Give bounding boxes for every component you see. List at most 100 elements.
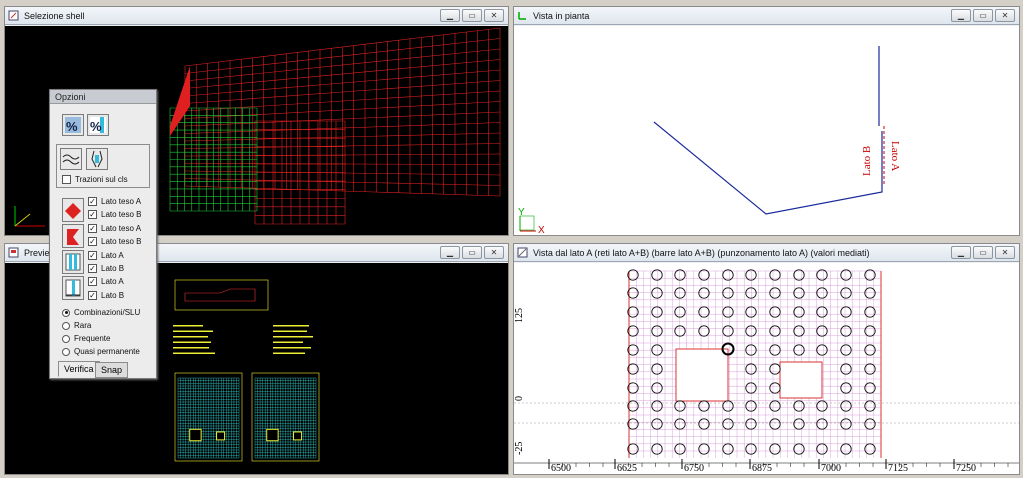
side-checkbox[interactable]: ✓ Lato B bbox=[88, 290, 125, 300]
minimize-button[interactable]: ▁ bbox=[440, 9, 460, 22]
preview-icon bbox=[8, 247, 19, 258]
stress-red-icon-2[interactable] bbox=[62, 224, 84, 248]
checkbox-label: Lato A bbox=[101, 250, 124, 260]
preview-text-block bbox=[173, 325, 313, 354]
minimize-button[interactable]: ▁ bbox=[951, 9, 971, 22]
radio-label: Frequente bbox=[74, 334, 111, 343]
side-checkbox[interactable]: ✓ Lato teso A bbox=[88, 197, 141, 206]
rebar-mesh-icon[interactable] bbox=[62, 250, 84, 274]
checkbox-box[interactable]: ✓ bbox=[88, 223, 97, 233]
app-icon bbox=[8, 10, 19, 21]
radio-label: Rara bbox=[74, 321, 92, 330]
combination-radio[interactable]: Frequente bbox=[62, 334, 110, 343]
combination-radio[interactable]: Quasi permanente bbox=[62, 347, 140, 356]
checkbox-box[interactable]: ✓ bbox=[88, 290, 97, 300]
ruler-left: 125 0 -25 bbox=[514, 308, 525, 455]
shell-wall-edge bbox=[170, 66, 190, 136]
side-checkbox[interactable]: ✓ Lato A bbox=[88, 250, 124, 260]
plan-view-window: Vista in pianta ▁ ▭ ✕ Lato A Lato B Y X bbox=[513, 6, 1020, 236]
close-button[interactable]: ✕ bbox=[484, 9, 504, 22]
checkbox-box[interactable]: ✓ bbox=[88, 237, 97, 247]
radio-dot[interactable] bbox=[62, 347, 70, 356]
tab-verifica[interactable]: Verifica bbox=[58, 361, 100, 377]
close-button[interactable]: ✕ bbox=[995, 246, 1015, 259]
checkbox-label: Lato teso A bbox=[101, 197, 142, 206]
ruler-label: 6875 bbox=[752, 463, 772, 474]
view-icon bbox=[517, 247, 528, 258]
checkbox-label: Lato teso B bbox=[101, 237, 142, 247]
side-view-window: Vista dal lato A (reti lato A+B) (barre … bbox=[513, 243, 1020, 475]
restore-button[interactable]: ▭ bbox=[462, 246, 482, 259]
minimize-button[interactable]: ▁ bbox=[440, 246, 460, 259]
stress-red-icon[interactable] bbox=[62, 198, 84, 222]
rebar-bars-icon[interactable] bbox=[62, 276, 84, 300]
ruler-label: 7000 bbox=[821, 463, 841, 474]
radio-dot[interactable] bbox=[62, 321, 70, 330]
tractions-checkbox[interactable]: Trazioni sul cls bbox=[62, 175, 128, 184]
title-bar[interactable]: Vista in pianta ▁ ▭ ✕ bbox=[514, 7, 1019, 25]
opening bbox=[675, 348, 729, 402]
checkbox-box[interactable]: ✓ bbox=[88, 197, 97, 206]
window-title: Vista dal lato A (reti lato A+B) (barre … bbox=[533, 247, 870, 258]
window-title: Vista in pianta bbox=[533, 10, 590, 21]
ruler-left-label: 125 bbox=[514, 308, 525, 323]
ruler-label: 7250 bbox=[956, 463, 976, 474]
percent-bars-icon[interactable]: % bbox=[87, 114, 109, 136]
side-checkbox[interactable]: ✓ Lato A bbox=[88, 277, 124, 287]
reinforcement-sheet bbox=[174, 372, 243, 462]
options-title: Opzioni bbox=[50, 90, 156, 104]
side-view-canvas[interactable]: 6500 6625 6750 6875 7000 7125 7250 125 0 -25 bbox=[514, 263, 1019, 474]
side-checkbox[interactable]: ✓ Lato B bbox=[88, 264, 124, 273]
close-button[interactable]: ✕ bbox=[995, 9, 1015, 22]
options-panel: Opzioni % % Trazioni sul cls ✓ Lato teso … bbox=[49, 89, 157, 379]
restore-button[interactable]: ▭ bbox=[973, 9, 993, 22]
svg-text:%: % bbox=[90, 119, 102, 134]
checkbox-box[interactable]: ✓ bbox=[88, 210, 97, 220]
ruler-bottom: 6500 6625 6750 6875 7000 7125 7250 bbox=[514, 459, 1019, 474]
checkbox-label: Lato B bbox=[101, 290, 125, 300]
ruler-label: 7125 bbox=[888, 463, 908, 474]
axis-gizmo bbox=[14, 206, 45, 227]
checkbox-label: Lato A bbox=[101, 277, 124, 287]
title-bar[interactable]: Vista dal lato A (reti lato A+B) (barre … bbox=[514, 244, 1019, 262]
checkbox-label: Lato teso B bbox=[101, 210, 142, 220]
combination-radio[interactable]: Combinazioni/SLU bbox=[62, 308, 140, 317]
side-a-label: Lato A bbox=[889, 141, 901, 171]
close-button[interactable]: ✕ bbox=[484, 246, 504, 259]
axis-x-label: X bbox=[538, 225, 545, 235]
side-b-label: Lato B bbox=[861, 146, 873, 176]
restore-button[interactable]: ▭ bbox=[462, 9, 482, 22]
reinforcement-sheet bbox=[251, 372, 320, 462]
crack-icon[interactable] bbox=[60, 148, 82, 170]
checkbox-label: Lato teso A bbox=[101, 223, 142, 233]
side-checkbox[interactable]: ✓ Lato teso A bbox=[88, 223, 142, 233]
percent-mesh-icon[interactable]: % bbox=[62, 114, 84, 136]
tab-snap[interactable]: Snap bbox=[95, 362, 129, 378]
radio-dot[interactable] bbox=[62, 334, 70, 343]
restore-button[interactable]: ▭ bbox=[973, 246, 993, 259]
title-bar[interactable]: Selezione shell ▁ ▭ ✕ bbox=[5, 7, 508, 25]
ruler-left-label: 0 bbox=[514, 396, 525, 401]
side-checkbox[interactable]: ✓ Lato teso B bbox=[88, 210, 142, 220]
shell-mesh-back bbox=[184, 27, 501, 197]
ruler-label: 6500 bbox=[551, 463, 571, 474]
checkbox-box[interactable]: ✓ bbox=[88, 277, 97, 287]
preview-drawing bbox=[174, 279, 269, 311]
radio-label: Quasi permanente bbox=[74, 347, 140, 356]
checkbox-box[interactable]: ✓ bbox=[88, 250, 97, 260]
checkbox-box[interactable]: ✓ bbox=[88, 264, 97, 273]
radio-label: Combinazioni/SLU bbox=[74, 308, 141, 317]
ruler-left-label: -25 bbox=[514, 442, 525, 455]
combination-radio[interactable]: Rara bbox=[62, 321, 91, 330]
radio-dot[interactable] bbox=[62, 308, 70, 317]
ruler-label: 6625 bbox=[617, 463, 637, 474]
minimize-button[interactable]: ▁ bbox=[951, 246, 971, 259]
axis-y-label: Y bbox=[518, 207, 525, 218]
window-title: Selezione shell bbox=[24, 10, 85, 21]
opening bbox=[779, 361, 823, 399]
side-checkbox[interactable]: ✓ Lato teso B bbox=[88, 237, 142, 247]
checkbox-label: Lato B bbox=[101, 264, 125, 273]
plan-canvas[interactable]: Lato A Lato B Y X bbox=[514, 26, 1019, 235]
wall-outline bbox=[653, 121, 883, 215]
crack-vertical-icon[interactable] bbox=[86, 148, 108, 170]
